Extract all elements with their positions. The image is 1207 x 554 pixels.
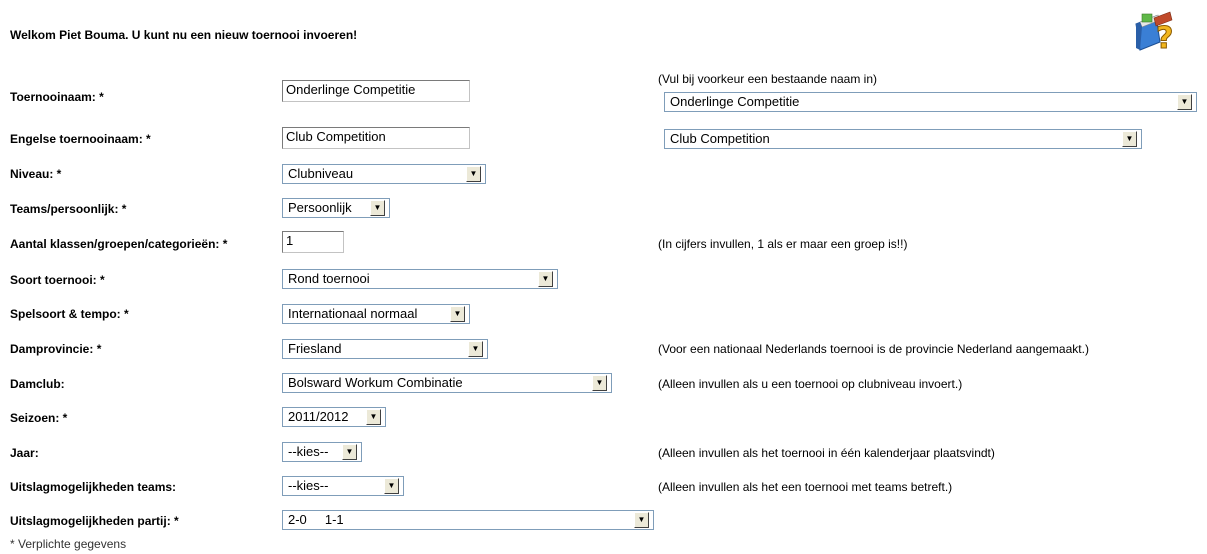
existing-tournament-name-value: Onderlinge Competitie bbox=[670, 95, 800, 109]
existing-english-name-select[interactable]: Club Competition ▼ bbox=[664, 129, 1142, 149]
dropdown-arrow-icon[interactable]: ▼ bbox=[1122, 131, 1137, 147]
year-label: Jaar: bbox=[10, 446, 39, 460]
year-hint: (Alleen invullen als het toernooi in één… bbox=[658, 446, 995, 460]
game-label: Spelsoort & tempo: * bbox=[10, 307, 129, 321]
season-value: 2011/2012 bbox=[288, 410, 349, 424]
club-hint: (Alleen invullen als u een toernooi op c… bbox=[658, 377, 963, 391]
province-select[interactable]: Friesland ▼ bbox=[282, 339, 488, 359]
svg-text:?: ? bbox=[1156, 21, 1173, 54]
groups-input[interactable]: 1 bbox=[282, 231, 344, 253]
existing-english-name-value: Club Competition bbox=[670, 132, 770, 146]
type-select[interactable]: Rond toernooi ▼ bbox=[282, 269, 558, 289]
help-book-question-icon[interactable]: ? bbox=[1130, 10, 1178, 57]
dropdown-arrow-icon[interactable]: ▼ bbox=[450, 306, 465, 322]
province-value: Friesland bbox=[288, 342, 342, 356]
english-name-label: Engelse toernooinaam: * bbox=[10, 132, 151, 146]
english-name-input[interactable]: Club Competition bbox=[282, 127, 470, 149]
type-value: Rond toernooi bbox=[288, 272, 370, 286]
dropdown-arrow-icon[interactable]: ▼ bbox=[366, 409, 381, 425]
level-label: Niveau: * bbox=[10, 167, 62, 181]
teams-value: Persoonlijk bbox=[288, 201, 352, 215]
dropdown-arrow-icon[interactable]: ▼ bbox=[342, 444, 357, 460]
tournament-name-label: Toernooinaam: * bbox=[10, 90, 104, 104]
team-results-select[interactable]: --kies-- ▼ bbox=[282, 476, 404, 496]
season-select[interactable]: 2011/2012 ▼ bbox=[282, 407, 386, 427]
dropdown-arrow-icon[interactable]: ▼ bbox=[370, 200, 385, 216]
province-label: Damprovincie: * bbox=[10, 342, 102, 356]
dropdown-arrow-icon[interactable]: ▼ bbox=[538, 271, 553, 287]
team-results-hint: (Alleen invullen als het een toernooi me… bbox=[658, 480, 953, 494]
year-select[interactable]: --kies-- ▼ bbox=[282, 442, 362, 462]
club-label: Damclub: bbox=[10, 377, 65, 391]
type-label: Soort toernooi: * bbox=[10, 273, 105, 287]
teams-label: Teams/persoonlijk: * bbox=[10, 202, 127, 216]
dropdown-arrow-icon[interactable]: ▼ bbox=[592, 375, 607, 391]
level-select[interactable]: Clubniveau ▼ bbox=[282, 164, 486, 184]
groups-label: Aantal klassen/groepen/categorieën: * bbox=[10, 237, 228, 251]
dropdown-arrow-icon[interactable]: ▼ bbox=[634, 512, 649, 528]
teams-select[interactable]: Persoonlijk ▼ bbox=[282, 198, 390, 218]
tournament-name-input[interactable]: Onderlinge Competitie bbox=[282, 80, 470, 102]
province-hint: (Voor een nationaal Nederlands toernooi … bbox=[658, 342, 1089, 356]
club-select[interactable]: Bolsward Workum Combinatie ▼ bbox=[282, 373, 612, 393]
year-value: --kies-- bbox=[288, 445, 329, 459]
game-results-label: Uitslagmogelijkheden partij: * bbox=[10, 514, 179, 528]
dropdown-arrow-icon[interactable]: ▼ bbox=[1177, 94, 1192, 110]
game-results-value: 2-0 1-1 bbox=[288, 513, 344, 527]
game-results-select[interactable]: 2-0 1-1 ▼ bbox=[282, 510, 654, 530]
groups-hint: (In cijfers invullen, 1 als er maar een … bbox=[658, 237, 908, 251]
game-value: Internationaal normaal bbox=[288, 307, 418, 321]
level-value: Clubniveau bbox=[288, 167, 354, 181]
team-results-label: Uitslagmogelijkheden teams: bbox=[10, 480, 177, 494]
club-value: Bolsward Workum Combinatie bbox=[288, 376, 463, 390]
existing-tournament-name-select[interactable]: Onderlinge Competitie ▼ bbox=[664, 92, 1197, 112]
dropdown-arrow-icon[interactable]: ▼ bbox=[468, 341, 483, 357]
required-fields-note: * Verplichte gegevens bbox=[10, 537, 127, 551]
welcome-message: Welkom Piet Bouma. U kunt nu een nieuw t… bbox=[10, 28, 358, 42]
game-select[interactable]: Internationaal normaal ▼ bbox=[282, 304, 470, 324]
team-results-value: --kies-- bbox=[288, 479, 329, 493]
dropdown-arrow-icon[interactable]: ▼ bbox=[384, 478, 399, 494]
season-label: Seizoen: * bbox=[10, 411, 68, 425]
tournament-name-hint: (Vul bij voorkeur een bestaande naam in) bbox=[658, 72, 878, 86]
dropdown-arrow-icon[interactable]: ▼ bbox=[466, 166, 481, 182]
